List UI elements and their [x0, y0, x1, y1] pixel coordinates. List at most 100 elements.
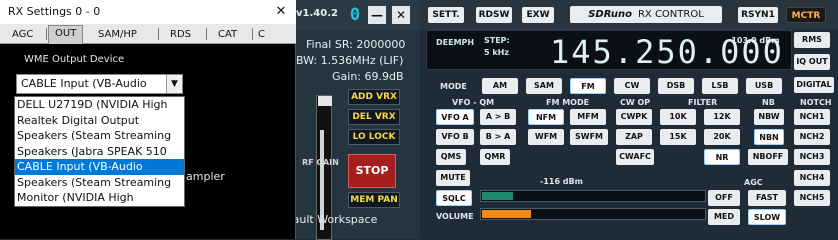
mode-dsb-button[interactable]: DSB — [658, 78, 694, 94]
mode-usb-button[interactable]: USB — [746, 78, 782, 94]
digital-button[interactable]: DIGITAL — [794, 77, 834, 93]
rms-button[interactable]: RMS — [794, 32, 830, 48]
tab-separator — [206, 28, 207, 40]
iq-out-button[interactable]: IQ OUT — [794, 54, 830, 70]
dialog-title: RX Settings 0 - 0 — [8, 5, 101, 18]
chevron-down-icon[interactable]: ▼ — [166, 75, 182, 93]
filter-10k-button[interactable]: 10K — [660, 109, 696, 125]
nbw-button[interactable]: NBW — [754, 109, 784, 125]
notch-1-button[interactable]: NCH1 — [794, 109, 830, 125]
exw-button[interactable]: EXW — [522, 7, 554, 23]
main-title-bar: v1.40.2 0 — ✕ — [288, 0, 420, 30]
close-button[interactable]: ✕ — [392, 6, 410, 24]
vfo-number-display: 0 — [349, 5, 361, 25]
tab-separator — [252, 28, 253, 40]
volume-slider[interactable] — [480, 208, 706, 220]
nb-label: NB — [762, 98, 775, 107]
agc-slow-button[interactable]: SLOW — [748, 209, 786, 225]
workspace-label: efault Workspace — [282, 213, 378, 226]
notch-3-button[interactable]: NCH3 — [794, 149, 830, 165]
vfo-b-button[interactable]: VFO B — [436, 129, 474, 145]
mctr-button[interactable]: MCTR — [786, 7, 826, 23]
device-option[interactable]: DELL U2719D (NVIDIA High — [15, 97, 184, 113]
rx-settings-dialog: RX Settings 0 - 0 ✕ AGC OUT SAM/HP RDS C… — [0, 0, 296, 239]
mfm-button[interactable]: MFM — [570, 109, 606, 125]
tab-sam-hp[interactable]: SAM/HP — [98, 27, 137, 43]
meter-readout: -116 dBm — [540, 177, 583, 186]
filter-12k-button[interactable]: 12K — [704, 109, 740, 125]
tab-rds[interactable]: RDS — [170, 27, 191, 43]
volume-slider-fill — [482, 210, 531, 218]
nbn-button[interactable]: NBN — [754, 129, 784, 145]
filter-label: FILTER — [688, 98, 718, 107]
vfo-a-button[interactable]: VFO A — [436, 109, 474, 125]
cwpk-button[interactable]: CWPK — [616, 109, 652, 125]
device-option[interactable]: Speakers (Steam Streaming — [15, 175, 184, 191]
rdsw-button[interactable]: RDSW — [476, 7, 512, 23]
resampler-label: ampler — [186, 170, 225, 183]
output-device-select[interactable]: CABLE Input (VB-Audio ▼ — [16, 74, 183, 94]
step-label: STEP: — [484, 36, 510, 45]
device-option[interactable]: Monitor (NVIDIA High — [15, 190, 184, 206]
b-to-a-button[interactable]: B > A — [480, 129, 516, 145]
notch-5-button[interactable]: NCH5 — [794, 190, 830, 206]
output-device-label: WME Output Device — [24, 54, 125, 65]
tab-more[interactable]: C — [258, 27, 265, 43]
rx-control-title: RX CONTROL — [637, 9, 704, 20]
notch-2-button[interactable]: NCH2 — [794, 129, 830, 145]
mute-button[interactable]: MUTE — [436, 170, 470, 186]
nfm-button[interactable]: NFM — [528, 109, 564, 125]
wfm-button[interactable]: WFM — [528, 129, 564, 145]
device-option[interactable]: Realtek Digital Output — [15, 113, 184, 129]
cwafc-button[interactable]: CWAFC — [616, 149, 654, 165]
dialog-title-bar: RX Settings 0 - 0 ✕ — [0, 0, 296, 24]
qmr-button[interactable]: QMR — [480, 149, 510, 165]
agc-off-button[interactable]: OFF — [708, 190, 740, 206]
sqlc-button[interactable]: SQLC — [436, 190, 472, 206]
mode-lsb-button[interactable]: LSB — [702, 78, 738, 94]
add-vrx-button[interactable]: ADD VRX — [348, 89, 400, 105]
a-to-b-button[interactable]: A > B — [480, 109, 516, 125]
notch-4-button[interactable]: NCH4 — [794, 170, 830, 186]
dialog-close-button[interactable]: ✕ — [272, 3, 290, 21]
nr-button[interactable]: NR — [704, 149, 740, 165]
tab-agc[interactable]: AGC — [12, 27, 33, 43]
volume-label: VOLUME — [436, 212, 474, 221]
minimize-button[interactable]: — — [368, 6, 386, 24]
output-device-value: CABLE Input (VB-Audio — [21, 77, 147, 90]
final-sr-label: Final SR: 2000000 — [306, 38, 406, 51]
signal-meter[interactable] — [480, 190, 706, 202]
device-option[interactable]: Speakers (Jabra SPEAK 510 — [15, 144, 184, 160]
zap-button[interactable]: ZAP — [616, 129, 652, 145]
filter-20k-button[interactable]: 20K — [704, 129, 740, 145]
lo-lock-button[interactable]: LO LOCK — [348, 129, 400, 145]
signal-meter-fill — [482, 192, 514, 200]
main-window: v1.40.2 0 — ✕ Final SR: 2000000 BW: 1.53… — [288, 0, 420, 240]
mode-cw-button[interactable]: CW — [614, 78, 650, 94]
mode-label: MODE — [440, 82, 467, 91]
settings-button[interactable]: SETT. — [428, 7, 464, 23]
rf-gain-label: RF GAIN — [302, 158, 339, 167]
tab-cat[interactable]: CAT — [218, 27, 237, 43]
device-option-selected[interactable]: CABLE Input (VB-Audio — [15, 159, 184, 175]
mode-sam-button[interactable]: SAM — [526, 78, 562, 94]
agc-fast-button[interactable]: FAST — [748, 190, 786, 206]
tab-out[interactable]: OUT — [48, 25, 84, 44]
stop-button[interactable]: STOP — [348, 154, 396, 188]
nboff-button[interactable]: NBOFF — [748, 149, 788, 165]
qms-button[interactable]: QMS — [436, 149, 466, 165]
mem-pan-button[interactable]: MEM PAN — [348, 192, 400, 208]
rf-gain-slider-knob[interactable] — [318, 96, 332, 106]
filter-15k-button[interactable]: 15K — [660, 129, 696, 145]
gain-label: Gain: 69.9dB — [332, 70, 404, 83]
rsyn1-button[interactable]: RSYN1 — [738, 7, 778, 23]
mode-am-button[interactable]: AM — [482, 78, 518, 94]
swfm-button[interactable]: SWFM — [570, 129, 608, 145]
mode-fm-button[interactable]: FM — [570, 78, 606, 94]
sdruno-logo-mark: SDRuno — [588, 9, 632, 20]
sdruno-logo: SDRuno RX CONTROL — [570, 6, 722, 23]
vfo-qm-label: VFO - QM — [452, 98, 495, 107]
del-vrx-button[interactable]: DEL VRX — [348, 109, 400, 125]
device-option[interactable]: Speakers (Steam Streaming — [15, 128, 184, 144]
agc-med-button[interactable]: MED — [708, 209, 740, 225]
